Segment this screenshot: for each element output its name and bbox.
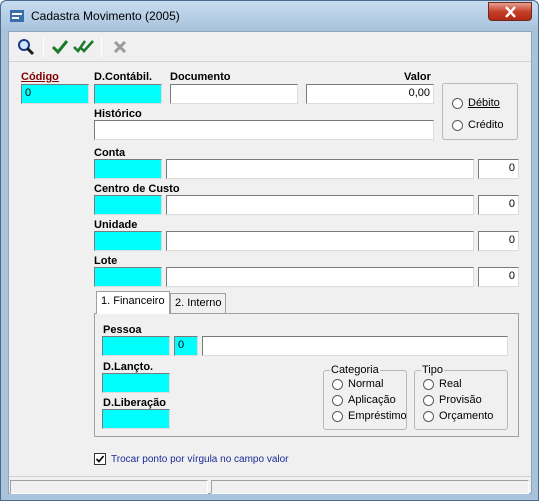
client-area: Código D.Contábil. Documento Valor 0 0,0… [8,31,532,494]
pessoa-small-field[interactable]: 0 [174,336,198,356]
toolbar [9,32,531,62]
debito-label: Débito [468,97,500,109]
centro-custo-desc-field[interactable] [166,195,474,215]
categoria-group: Categoria Normal Aplicação Empréstimo [323,364,407,430]
valor-field[interactable]: 0,00 [306,84,434,104]
categoria-normal-label: Normal [348,378,384,390]
radio-dot [332,410,343,422]
codigo-field[interactable]: 0 [21,84,89,104]
tab-container: 1. Financeiro 2. Interno Pessoa 0 D.Lanç… [94,291,524,443]
search-button[interactable] [15,37,37,57]
app-icon [10,10,24,22]
unidade-code-field[interactable] [94,231,162,251]
centro-custo-label: Centro de Custo [94,183,180,195]
radio-dot [423,410,434,422]
title-bar: Cadastra Movimento (2005) [1,1,538,31]
categoria-emprestimo-radio[interactable]: Empréstimo [332,410,407,422]
close-button[interactable] [488,2,532,21]
pessoa-desc-field[interactable] [202,336,508,356]
tipo-group: Tipo Real Provisão Orçamento [414,364,508,430]
radio-dot [452,119,463,131]
d-contabil-label: D.Contábil. [94,71,153,83]
toolbar-separator [101,37,102,57]
tab-financeiro[interactable]: 1. Financeiro [96,291,170,314]
trocar-ponto-label: Trocar ponto por vírgula no campo valor [111,453,289,465]
conta-label: Conta [94,147,126,159]
radio-dot [423,378,434,390]
lote-num-field[interactable]: 0 [478,267,519,287]
valor-label: Valor [404,71,431,83]
magnifier-icon [18,39,35,56]
centro-custo-code-field[interactable] [94,195,162,215]
radio-dot [452,97,463,109]
credito-label: Crédito [468,119,504,131]
conta-num-field[interactable]: 0 [478,159,519,179]
tipo-provisao-label: Provisão [439,394,482,406]
conta-desc-field[interactable] [166,159,474,179]
codigo-label: Código [21,71,59,83]
debito-radio[interactable]: Débito [452,97,500,109]
categoria-emprestimo-label: Empréstimo [348,410,407,422]
window: Cadastra Movimento (2005) Código D.Contá… [0,0,539,501]
categoria-aplicacao-radio[interactable]: Aplicação [332,394,396,406]
d-lancto-label: D.Lançto. [103,361,154,373]
historico-label: Histórico [94,108,142,120]
status-pane [211,480,529,494]
status-bar [9,476,531,494]
tipo-real-label: Real [439,378,462,390]
categoria-normal-radio[interactable]: Normal [332,378,383,390]
pessoa-label: Pessoa [103,324,142,336]
toolbar-separator [43,37,44,57]
d-liberacao-field[interactable] [102,409,170,429]
cancel-button[interactable] [109,37,131,57]
confirm-all-button[interactable] [73,37,95,57]
checkmark-icon [95,455,105,463]
tab-interno-label: 2. Interno [175,297,222,309]
tipo-provisao-radio[interactable]: Provisão [423,394,482,406]
status-pane [10,480,208,494]
x-icon [113,40,127,54]
categoria-title: Categoria [330,364,380,376]
window-title: Cadastra Movimento (2005) [31,9,180,23]
tipo-orcamento-radio[interactable]: Orçamento [423,410,493,422]
tab-interno[interactable]: 2. Interno [170,293,227,313]
tipo-real-radio[interactable]: Real [423,378,462,390]
lote-label: Lote [94,255,118,267]
confirm-button[interactable] [49,37,71,57]
close-icon [505,6,516,18]
unidade-label: Unidade [94,219,138,231]
d-lancto-field[interactable] [102,373,170,393]
conta-code-field[interactable] [94,159,162,179]
tab-financeiro-label: 1. Financeiro [101,295,165,307]
d-contabil-field[interactable] [94,84,162,104]
radio-dot [423,394,434,406]
tab-panel-financeiro: Pessoa 0 D.Lançto. D.Liberação Categoria… [94,313,519,437]
d-liberacao-label: D.Liberação [103,397,166,409]
documento-field[interactable] [170,84,298,104]
tipo-title: Tipo [421,364,444,376]
lote-desc-field[interactable] [166,267,474,287]
lote-code-field[interactable] [94,267,162,287]
centro-custo-num-field[interactable]: 0 [478,195,519,215]
checkbox-box [94,453,106,465]
double-check-icon [73,40,94,54]
categoria-aplicacao-label: Aplicação [348,394,396,406]
radio-dot [332,394,343,406]
pessoa-code-field[interactable] [102,336,170,356]
check-icon [51,40,69,55]
tipo-orcamento-label: Orçamento [439,410,494,422]
historico-field[interactable] [94,120,434,140]
trocar-ponto-checkbox[interactable]: Trocar ponto por vírgula no campo valor [94,453,289,465]
unidade-num-field[interactable]: 0 [478,231,519,251]
unidade-desc-field[interactable] [166,231,474,251]
radio-dot [332,378,343,390]
debito-credito-group: Débito Crédito [442,83,518,140]
credito-radio[interactable]: Crédito [452,119,503,131]
documento-label: Documento [170,71,231,83]
